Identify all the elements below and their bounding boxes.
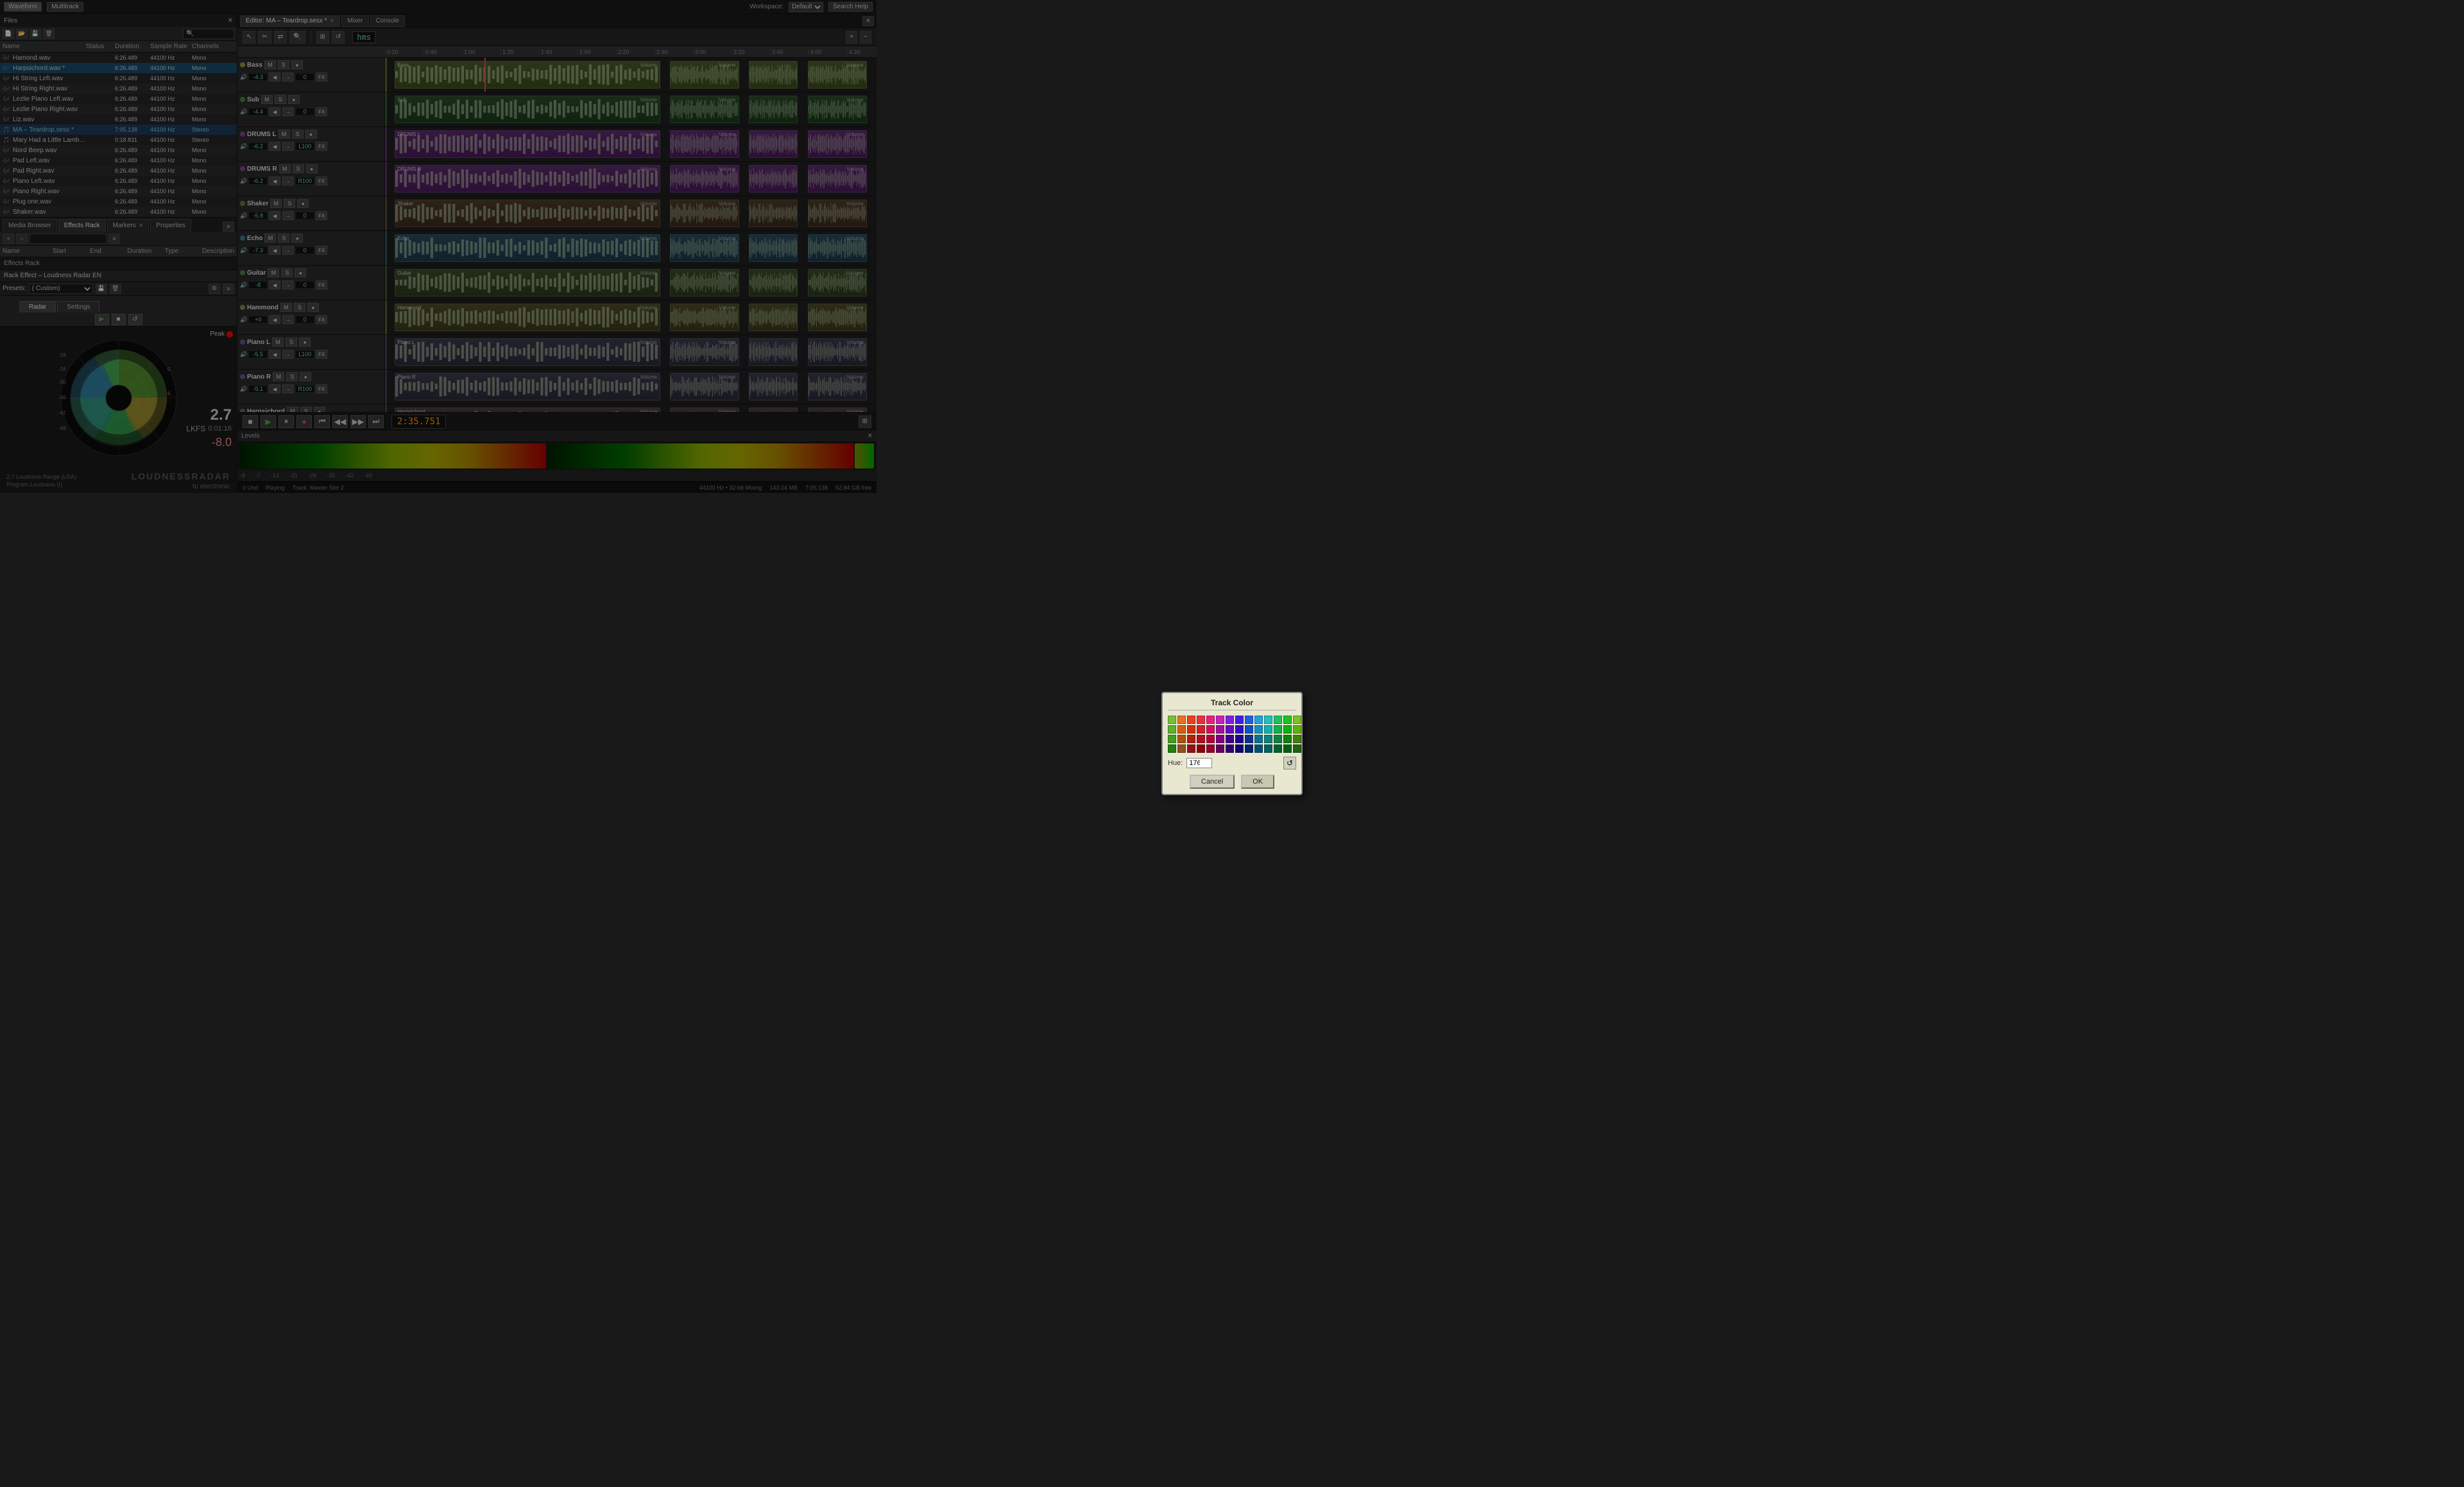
color-swatch[interactable] (1254, 735, 1263, 743)
color-swatch[interactable] (1235, 735, 1244, 743)
color-swatch[interactable] (1235, 725, 1244, 734)
color-swatch[interactable] (1216, 744, 1224, 753)
color-swatch[interactable] (1274, 725, 1282, 734)
color-swatch[interactable] (1264, 725, 1272, 734)
color-swatch[interactable] (1293, 725, 1301, 734)
color-swatch[interactable] (1226, 716, 1234, 724)
color-swatch[interactable] (1168, 725, 1176, 734)
color-swatch[interactable] (1216, 735, 1224, 743)
hue-label: Hue: (1168, 759, 1183, 767)
color-swatch[interactable] (1197, 735, 1205, 743)
color-swatch[interactable] (1293, 716, 1301, 724)
color-swatch[interactable] (1206, 744, 1215, 753)
color-swatch[interactable] (1283, 744, 1292, 753)
color-swatch[interactable] (1235, 716, 1244, 724)
color-swatch[interactable] (1177, 744, 1186, 753)
color-swatch[interactable] (1254, 716, 1263, 724)
color-swatch[interactable] (1197, 744, 1205, 753)
hue-input[interactable] (1186, 758, 1212, 768)
color-swatch[interactable] (1264, 716, 1272, 724)
color-swatch[interactable] (1226, 735, 1234, 743)
color-swatch[interactable] (1216, 725, 1224, 734)
color-swatch[interactable] (1245, 716, 1253, 724)
color-swatch[interactable] (1206, 735, 1215, 743)
color-swatch[interactable] (1283, 716, 1292, 724)
color-swatch[interactable] (1226, 725, 1234, 734)
color-swatch[interactable] (1177, 716, 1186, 724)
color-swatch[interactable] (1216, 716, 1224, 724)
color-swatch[interactable] (1293, 735, 1301, 743)
color-swatch[interactable] (1168, 716, 1176, 724)
color-swatch[interactable] (1274, 735, 1282, 743)
color-swatch[interactable] (1245, 735, 1253, 743)
color-swatch[interactable] (1168, 735, 1176, 743)
color-swatch[interactable] (1235, 744, 1244, 753)
color-swatch[interactable] (1226, 744, 1234, 753)
color-swatch[interactable] (1168, 744, 1176, 753)
cancel-button[interactable]: Cancel (1190, 775, 1235, 789)
ok-button[interactable]: OK (1241, 775, 1274, 789)
color-swatch[interactable] (1293, 744, 1301, 753)
color-swatch[interactable] (1274, 744, 1282, 753)
hue-reset-btn[interactable]: ↺ (1283, 757, 1296, 769)
color-grid (1168, 716, 1296, 753)
color-swatch[interactable] (1245, 725, 1253, 734)
color-swatch[interactable] (1177, 735, 1186, 743)
color-swatch[interactable] (1206, 716, 1215, 724)
color-swatch[interactable] (1187, 735, 1195, 743)
dialog-buttons: Cancel OK (1168, 775, 1296, 789)
color-swatch[interactable] (1206, 725, 1215, 734)
color-swatch[interactable] (1283, 735, 1292, 743)
color-swatch[interactable] (1187, 725, 1195, 734)
color-swatch[interactable] (1264, 744, 1272, 753)
dialog-title: Track Color (1168, 698, 1296, 710)
track-color-dialog: Track Color Hue: ↺ Cancel OK (1161, 692, 1303, 795)
color-swatch[interactable] (1254, 744, 1263, 753)
color-swatch[interactable] (1187, 716, 1195, 724)
color-swatch[interactable] (1283, 725, 1292, 734)
color-swatch[interactable] (1254, 725, 1263, 734)
modal-overlay[interactable]: Track Color Hue: ↺ Cancel OK (0, 0, 2464, 1487)
color-swatch[interactable] (1177, 725, 1186, 734)
hue-row: Hue: ↺ (1168, 757, 1296, 769)
color-swatch[interactable] (1245, 744, 1253, 753)
color-swatch[interactable] (1274, 716, 1282, 724)
color-swatch[interactable] (1187, 744, 1195, 753)
color-swatch[interactable] (1264, 735, 1272, 743)
color-swatch[interactable] (1197, 716, 1205, 724)
color-swatch[interactable] (1197, 725, 1205, 734)
